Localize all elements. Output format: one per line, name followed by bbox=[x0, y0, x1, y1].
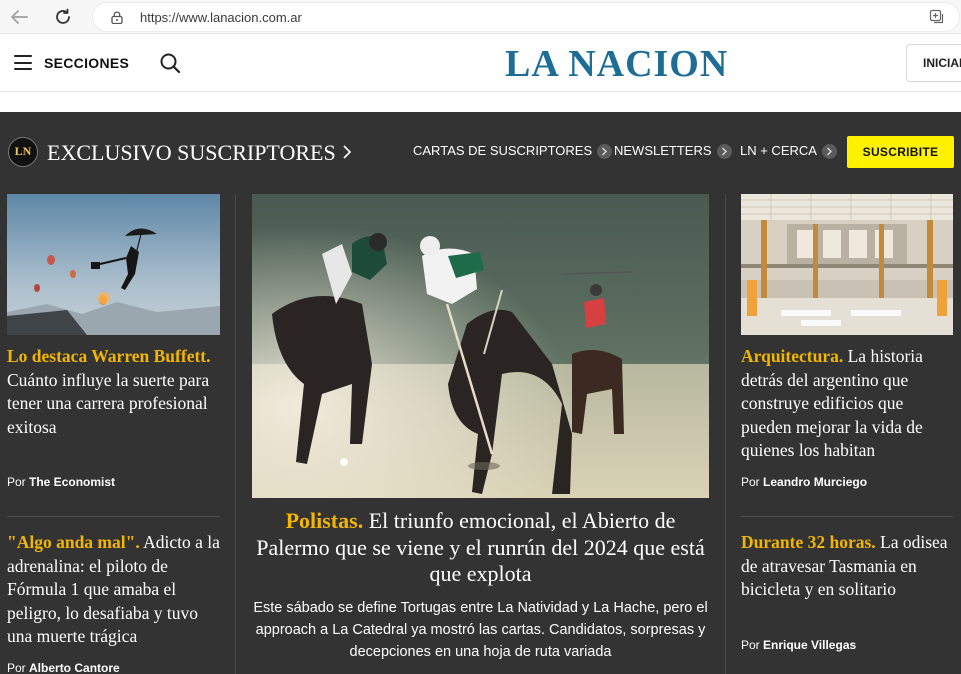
row-divider bbox=[7, 516, 220, 517]
article-kicker: Polistas. bbox=[285, 508, 364, 533]
article-kicker: "Algo anda mal". bbox=[7, 532, 140, 552]
article-kicker: Arquitectura. bbox=[741, 346, 844, 366]
article-image-business[interactable] bbox=[7, 194, 220, 335]
search-icon[interactable] bbox=[159, 52, 181, 74]
main-article-summary: Este sábado se define Tortugas entre La … bbox=[253, 600, 708, 660]
chevron-circle-icon bbox=[597, 144, 613, 159]
article-headline[interactable]: "Algo anda mal". Adicto a la adrenalina:… bbox=[7, 531, 221, 649]
menu-icon[interactable] bbox=[14, 55, 32, 70]
article-byline: Por Leandro Murciego bbox=[741, 475, 867, 489]
chevron-circle-icon bbox=[821, 144, 837, 159]
article-kicker: Lo destaca Warren Buffett. bbox=[7, 346, 211, 366]
row-divider bbox=[741, 516, 953, 517]
exclusive-title[interactable]: EXCLUSIVO SUSCRIPTORES bbox=[47, 140, 336, 166]
byline-prefix: Por bbox=[741, 475, 764, 489]
article-title: Cuánto influye la suerte para tener una … bbox=[7, 369, 210, 437]
link-ln-cerca[interactable]: LN + CERCA bbox=[740, 143, 837, 159]
article-image-architecture[interactable] bbox=[741, 194, 953, 335]
main-article-headline[interactable]: Polistas. El triunfo emocional, el Abier… bbox=[252, 508, 709, 588]
article-headline[interactable]: Lo destaca Warren Buffett. Cuánto influy… bbox=[7, 345, 221, 439]
reload-icon[interactable] bbox=[50, 4, 76, 30]
lock-icon bbox=[111, 11, 123, 24]
site-header: SECCIONES LA NACION INICIAR bbox=[0, 35, 961, 92]
exclusive-section: LN EXCLUSIVO SUSCRIPTORES CARTAS DE SUSC… bbox=[0, 112, 961, 674]
article-byline: Por Alberto Cantore bbox=[7, 661, 120, 674]
sections-button[interactable]: SECCIONES bbox=[44, 55, 129, 71]
browser-toolbar: https://www.lanacion.com.ar bbox=[0, 0, 961, 34]
author-link[interactable]: Enrique Villegas bbox=[763, 638, 856, 652]
byline-prefix: Por bbox=[741, 638, 764, 652]
link-label: NEWSLETTERS bbox=[614, 143, 712, 158]
byline-prefix: Por bbox=[7, 475, 30, 489]
subscribe-button[interactable]: SUSCRIBITE bbox=[847, 136, 954, 168]
address-bar[interactable]: https://www.lanacion.com.ar bbox=[92, 2, 960, 32]
author-link[interactable]: Alberto Cantore bbox=[29, 661, 120, 674]
link-newsletters[interactable]: NEWSLETTERS bbox=[614, 143, 732, 159]
ln-badge: LN bbox=[8, 137, 38, 167]
add-tab-icon[interactable] bbox=[929, 9, 945, 25]
article-kicker: Durante 32 horas. bbox=[741, 532, 876, 552]
login-button[interactable]: INICIAR bbox=[906, 44, 961, 82]
article-byline: Por Enrique Villegas bbox=[741, 638, 856, 652]
byline-prefix: Por bbox=[7, 661, 30, 674]
back-arrow-icon[interactable] bbox=[6, 4, 32, 30]
chevron-right-icon[interactable] bbox=[341, 144, 353, 160]
column-divider bbox=[725, 194, 726, 674]
article-image-polo[interactable] bbox=[252, 194, 709, 498]
column-divider bbox=[235, 194, 236, 674]
link-cartas-suscriptores[interactable]: CARTAS DE SUSCRIPTORES bbox=[413, 143, 613, 159]
link-label: LN + CERCA bbox=[740, 143, 817, 158]
chevron-circle-icon bbox=[716, 144, 732, 159]
article-byline: Por The Economist bbox=[7, 475, 115, 489]
link-label: CARTAS DE SUSCRIPTORES bbox=[413, 143, 593, 158]
site-logo[interactable]: LA NACION bbox=[505, 42, 728, 86]
url-text: https://www.lanacion.com.ar bbox=[140, 10, 302, 25]
author-link[interactable]: The Economist bbox=[29, 475, 115, 489]
article-headline[interactable]: Arquitectura. La historia detrás del arg… bbox=[741, 345, 955, 463]
article-headline[interactable]: Durante 32 horas. La odisea de atravesar… bbox=[741, 531, 955, 602]
author-link[interactable]: Leandro Murciego bbox=[763, 475, 867, 489]
